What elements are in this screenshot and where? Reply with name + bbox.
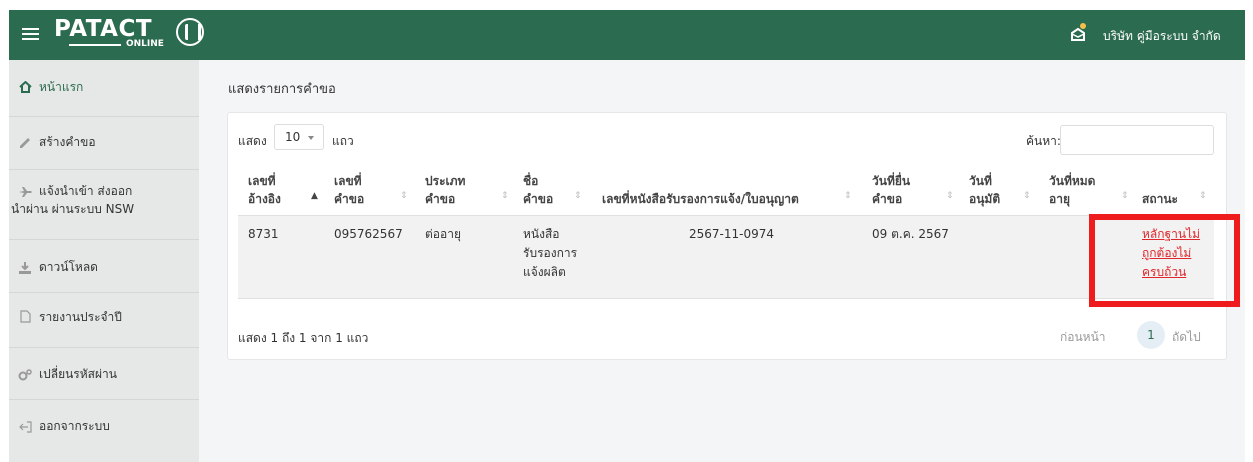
emblem-icon (176, 18, 204, 46)
column-header-line2: คำขอ (425, 192, 456, 206)
column-header-line1: วันที่ยื่น (872, 174, 911, 188)
sort-icon[interactable]: ⇕ (946, 191, 954, 201)
length-label: แสดง (238, 134, 267, 148)
pagination-previous[interactable]: ก่อนหน้า (1060, 328, 1106, 347)
column-header-submit-date[interactable]: วันที่ยื่นคำขอ (872, 172, 910, 208)
page-length-select[interactable]: 10 (274, 124, 324, 150)
column-header-request-no[interactable]: เลขที่คำขอ (334, 172, 364, 208)
column-header-approve-date[interactable]: วันที่อนุมัติ (969, 172, 1000, 208)
column-header-line1: วันที่หมด (1049, 174, 1096, 188)
table-row[interactable]: 8731 095762567 ต่ออายุ หนังสือ รับรองการ… (238, 215, 1214, 299)
status-highlight-box (1089, 214, 1240, 307)
column-header-line1: ชื่อ (523, 174, 539, 188)
top-header: PATACT ONLINE บริษัท คู่มือระบบ จำกัด (9, 10, 1245, 60)
file-icon (18, 309, 32, 323)
sort-icon[interactable]: ⇕ (574, 191, 582, 201)
pencil-icon (18, 136, 32, 150)
sidebar: หน้าแรก สร้างคำขอ แจ้งนำเข้า ส่งออก นำผ่… (9, 60, 199, 462)
notification-badge (1080, 23, 1086, 29)
cell-submit-date: 09 ต.ค. 2567 (872, 227, 949, 241)
cell-cert-no: 2567-11-0974 (689, 227, 775, 241)
column-header-request-name[interactable]: ชื่อคำขอ (523, 172, 553, 208)
logo-subtext: ONLINE (126, 39, 164, 49)
cell-request-name-line: รับรองการ (523, 246, 578, 260)
sidebar-item-label: เปลี่ยนรหัสผ่าน (39, 367, 117, 381)
sidebar-item-label: หน้าแรก (39, 80, 84, 94)
search-label: ค้นหา: (1026, 134, 1061, 148)
request-list-card: แสดง 10 แถว ค้นหา: เลขที่อ้างอิง ▲ เลขที… (227, 112, 1227, 360)
column-header-line2: สถานะ (1142, 192, 1178, 206)
column-header-line2: อนุมัติ (969, 192, 1001, 206)
cell-request-name-line: แจ้งผลิต (523, 265, 566, 279)
logout-icon (18, 420, 32, 434)
sidebar-item-label: แจ้งนำเข้า ส่งออก (39, 184, 133, 198)
sidebar-item-label: ออกจากระบบ (39, 419, 110, 433)
sort-icon[interactable]: ⇕ (501, 191, 509, 201)
sidebar-item-download[interactable]: ดาวน์โหลด (9, 240, 199, 293)
gears-icon (18, 368, 32, 382)
logo-underline (69, 44, 121, 46)
sidebar-item-label: ดาวน์โหลด (39, 260, 98, 274)
cell-request-no: 095762567 (334, 227, 403, 241)
column-header-line2: คำขอ (872, 192, 903, 206)
sidebar-item-nsw[interactable]: แจ้งนำเข้า ส่งออก นำผ่าน ผ่านระบบ NSW (9, 170, 199, 240)
sidebar-item-create-request[interactable]: สร้างคำขอ (9, 117, 199, 170)
sidebar-item-home[interactable]: หน้าแรก (9, 60, 199, 117)
cell-request-name: หนังสือ รับรองการ แจ้งผลิต (523, 225, 577, 282)
cell-ref-no: 8731 (248, 227, 279, 241)
column-header-expire-date[interactable]: วันที่หมดอายุ (1049, 172, 1095, 208)
sort-icon[interactable]: ⇕ (400, 191, 408, 201)
column-header-cert-no[interactable]: เลขที่หนังสือรับรองการแจ้ง/ใบอนุญาต (602, 172, 799, 208)
page-length-value: 10 (285, 130, 301, 144)
column-header-line2: อ้างอิง (248, 192, 281, 206)
column-header-line2: เลขที่หนังสือรับรองการแจ้ง/ใบอนุญาต (602, 192, 799, 206)
pagination-next[interactable]: ถัดไป (1172, 328, 1201, 347)
column-header-line1 (1142, 172, 1178, 190)
cell-request-name-line: หนังสือ (523, 227, 560, 241)
menu-icon[interactable] (22, 25, 39, 45)
column-header-line1: เลขที่ (334, 174, 362, 188)
sort-icon[interactable]: ⇕ (1199, 191, 1207, 201)
sort-icon[interactable]: ⇕ (1121, 191, 1129, 201)
column-header-line2: คำขอ (523, 192, 554, 206)
sidebar-item-annual-report[interactable]: รายงานประจำปี (9, 293, 199, 348)
column-header-line1 (602, 172, 799, 190)
sort-icon[interactable]: ⇕ (1023, 191, 1031, 201)
sort-icon[interactable]: ⇕ (844, 191, 852, 201)
sidebar-item-change-password[interactable]: เปลี่ยนรหัสผ่าน (9, 348, 199, 400)
patact-logo[interactable]: PATACT ONLINE (52, 15, 204, 55)
page-title: แสดงรายการคำขอ (228, 82, 336, 97)
sidebar-item-logout[interactable]: ออกจากระบบ (9, 400, 199, 462)
sort-asc-icon[interactable]: ▲ (311, 191, 318, 201)
column-header-line2: อายุ (1049, 192, 1070, 206)
column-header-line1: ประเภท (425, 174, 466, 188)
column-header-ref-no[interactable]: เลขที่อ้างอิง (248, 172, 281, 208)
column-header-line2: คำขอ (334, 192, 365, 206)
table-info: แสดง 1 ถึง 1 จาก 1 แถว (238, 331, 369, 345)
column-header-line1: เลขที่ (248, 174, 276, 188)
length-unit: แถว (332, 134, 354, 148)
cell-request-type: ต่ออายุ (425, 227, 461, 241)
company-name[interactable]: บริษัท คู่มือระบบ จำกัด (1103, 27, 1221, 46)
column-header-line1: วันที่ (969, 174, 992, 188)
home-icon (18, 80, 32, 94)
sidebar-item-label: สร้างคำขอ (39, 135, 96, 149)
download-icon (18, 261, 32, 275)
pagination-current-page[interactable]: 1 (1137, 321, 1165, 349)
sidebar-item-label: รายงานประจำปี (39, 310, 122, 324)
chevron-down-icon (308, 136, 314, 140)
column-header-request-type[interactable]: ประเภทคำขอ (425, 172, 465, 208)
column-header-status[interactable]: สถานะ (1142, 172, 1178, 208)
sidebar-item-label-line2: นำผ่าน ผ่านระบบ NSW (11, 202, 135, 216)
airplane-icon (18, 185, 32, 199)
search-input[interactable] (1060, 125, 1214, 155)
